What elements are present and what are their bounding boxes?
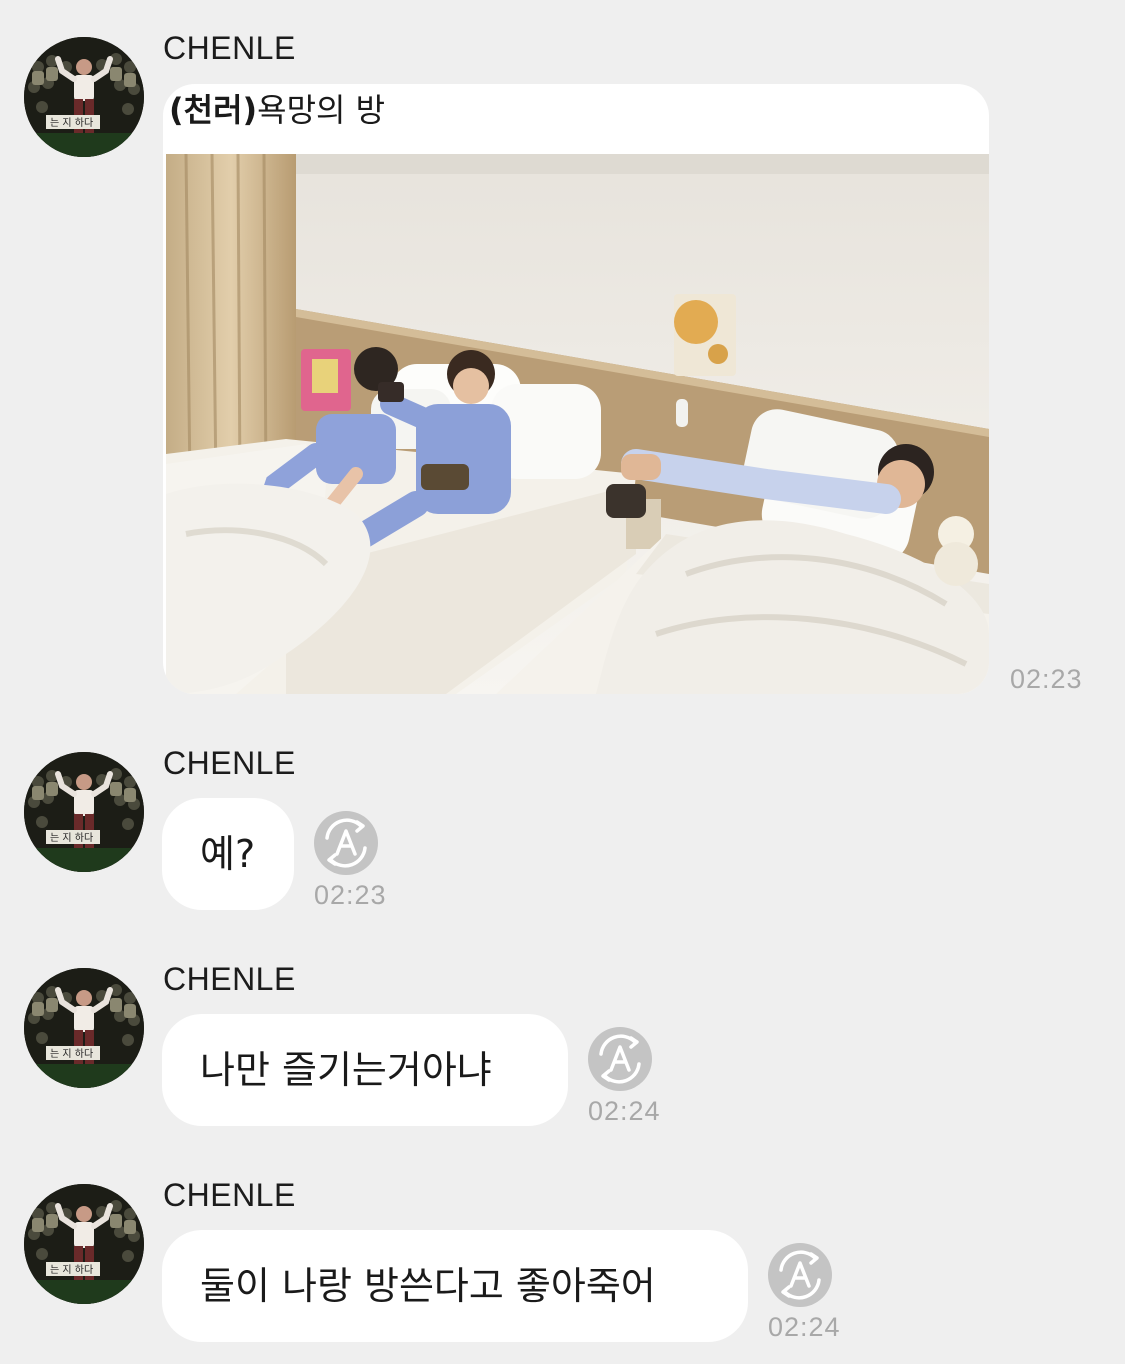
avatar[interactable] xyxy=(24,37,144,157)
chat-message: CHENLE 예? 02:23 xyxy=(0,730,1125,930)
timestamp: 02:24 xyxy=(588,1096,661,1126)
message-bubble[interactable]: 나만 즐기는거아냐 xyxy=(162,1014,568,1126)
bedroom-photo[interactable] xyxy=(166,154,989,694)
sender-name: CHENLE xyxy=(163,961,296,997)
image-message-card[interactable]: (천러)욕망의 방 xyxy=(163,84,989,694)
avatar[interactable] xyxy=(24,968,144,1088)
caption-text: 욕망의 방 xyxy=(257,91,386,129)
image-caption: (천러)욕망의 방 xyxy=(169,90,385,130)
timestamp: 02:23 xyxy=(1010,664,1083,694)
translate-icon[interactable] xyxy=(313,810,379,876)
timestamp: 02:24 xyxy=(768,1312,841,1342)
chat-message: CHENLE (천러)욕망의 방 02:23 xyxy=(0,0,1125,710)
avatar[interactable] xyxy=(24,1184,144,1304)
message-bubble[interactable]: 둘이 나랑 방쓴다고 좋아죽어 xyxy=(162,1230,748,1342)
caption-bold: (천러) xyxy=(169,91,258,129)
sender-name: CHENLE xyxy=(163,1177,296,1213)
sender-name: CHENLE xyxy=(163,30,296,66)
message-bubble[interactable]: 예? xyxy=(162,798,294,910)
chat-message: CHENLE 나만 즐기는거아냐 02:24 xyxy=(0,946,1125,1146)
timestamp: 02:23 xyxy=(314,880,387,910)
translate-icon[interactable] xyxy=(767,1242,833,1308)
avatar[interactable] xyxy=(24,752,144,872)
sender-name: CHENLE xyxy=(163,745,296,781)
translate-icon[interactable] xyxy=(587,1026,653,1092)
chat-message: CHENLE 둘이 나랑 방쓴다고 좋아죽어 02:24 xyxy=(0,1162,1125,1362)
